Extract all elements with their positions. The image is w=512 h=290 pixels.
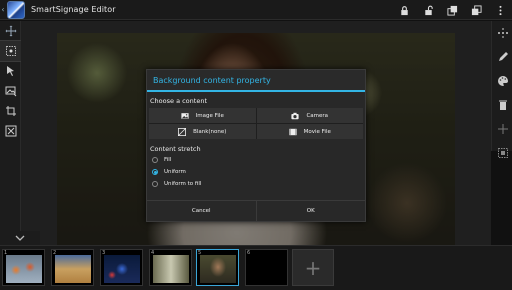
send-back-icon[interactable] <box>464 0 488 20</box>
ok-button[interactable]: OK <box>255 201 366 221</box>
bring-front-icon[interactable] <box>440 0 464 20</box>
back-caret-icon[interactable]: ‹ <box>0 0 6 20</box>
stretch-option-uniform-to-fill[interactable]: Uniform to fill <box>152 178 365 190</box>
stretch-option-fill[interactable]: Fill <box>152 154 365 166</box>
image-file-button[interactable]: Image File <box>149 108 256 123</box>
slide-thumbnail-strip: 1 2 3 4 5 6 + <box>0 245 512 290</box>
slide-thumbnail[interactable]: 2 <box>51 249 94 286</box>
crop-tool-icon[interactable] <box>0 101 21 121</box>
movie-file-label: Movie File <box>303 128 331 135</box>
blank-none-button[interactable]: Blank(none) <box>149 124 256 139</box>
image-icon <box>181 112 189 119</box>
unlock-icon[interactable] <box>416 0 440 20</box>
stretch-option-uniform[interactable]: Uniform <box>152 166 365 178</box>
choose-content-label: Choose a content <box>150 97 207 105</box>
add-slide-button[interactable]: + <box>292 249 334 286</box>
palette-icon[interactable] <box>492 69 512 93</box>
radio-button-selected[interactable] <box>152 169 158 175</box>
camera-button[interactable]: Camera <box>256 108 363 123</box>
blank-none-label: Blank(none) <box>193 128 227 135</box>
fit-screen-icon[interactable] <box>0 121 21 141</box>
movie-file-button[interactable]: Movie File <box>256 124 363 139</box>
stretch-options: Fill Uniform Uniform to fill <box>147 154 365 190</box>
camera-label: Camera <box>306 112 329 119</box>
slide-preview <box>153 255 189 283</box>
background-content-dialog: Background content property Choose a con… <box>146 69 366 222</box>
slide-thumbnail[interactable]: 6 <box>245 249 288 286</box>
app-logo-icon[interactable] <box>7 0 25 19</box>
plus-icon: + <box>304 255 322 280</box>
slide-preview <box>6 255 42 283</box>
cancel-button[interactable]: Cancel <box>147 201 256 221</box>
action-bar: ‹ SmartSignage Editor <box>0 0 512 20</box>
collapse-thumbnails-button[interactable] <box>0 231 40 245</box>
select-target-icon[interactable] <box>0 40 22 62</box>
delete-icon[interactable] <box>492 93 512 117</box>
edit-pencil-icon[interactable] <box>492 45 512 69</box>
more-dots-icon[interactable] <box>492 21 512 45</box>
chevron-down-icon <box>15 235 25 241</box>
move-cross-icon[interactable] <box>492 117 512 141</box>
camera-icon <box>291 112 300 119</box>
option-label: Fill <box>164 157 172 163</box>
image-tool-icon[interactable] <box>0 81 21 101</box>
slide-preview <box>200 255 236 283</box>
movie-icon <box>289 128 297 135</box>
radio-button[interactable] <box>152 157 158 163</box>
slide-preview <box>249 255 285 283</box>
lock-icon[interactable] <box>392 0 416 20</box>
slide-thumbnail[interactable]: 1 <box>2 249 45 286</box>
blank-icon <box>178 127 187 136</box>
content-choice-grid: Image File Camera Blank(none) Movie File <box>149 108 363 139</box>
slide-thumbnail[interactable]: 4 <box>149 249 192 286</box>
option-label: Uniform <box>164 169 186 175</box>
overflow-menu-icon[interactable] <box>488 0 512 20</box>
image-file-label: Image File <box>195 112 224 119</box>
right-toolbar <box>491 21 512 158</box>
radio-button[interactable] <box>152 181 158 187</box>
slide-thumbnail[interactable]: 3 <box>100 249 143 286</box>
slide-preview <box>55 255 91 283</box>
dialog-button-bar: Cancel OK <box>147 200 365 221</box>
slide-thumbnail-selected[interactable]: 5 <box>196 249 239 286</box>
left-toolbar <box>0 21 22 231</box>
content-stretch-label: Content stretch <box>150 145 201 153</box>
slide-preview <box>104 255 140 283</box>
move-icon[interactable] <box>0 21 21 41</box>
grid-select-icon[interactable] <box>492 141 512 165</box>
dialog-title: Background content property <box>147 70 365 92</box>
select-arrow-icon[interactable] <box>0 61 21 81</box>
option-label: Uniform to fill <box>164 181 202 187</box>
app-title: SmartSignage Editor <box>31 5 116 14</box>
